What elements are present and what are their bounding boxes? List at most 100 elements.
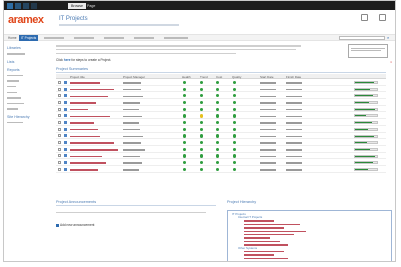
tags-notes-button[interactable] <box>377 14 387 22</box>
project-title-link[interactable] <box>70 94 108 98</box>
table-row[interactable] <box>56 86 386 93</box>
project-title-link[interactable] <box>70 107 88 111</box>
add-announcement-link[interactable]: Add new announcement <box>56 223 216 227</box>
project-title-link[interactable] <box>70 101 96 105</box>
row-checkbox[interactable] <box>58 121 61 125</box>
table-row[interactable] <box>56 166 386 173</box>
row-checkbox[interactable] <box>58 114 61 118</box>
table-row[interactable] <box>56 119 386 126</box>
status-indicator-icon <box>200 100 204 105</box>
title-placeholder <box>70 169 98 171</box>
title-placeholder <box>70 142 114 144</box>
table-row[interactable] <box>56 139 386 146</box>
project-title-link[interactable] <box>70 114 110 118</box>
tab-it-projects[interactable]: IT Projects <box>19 35 39 41</box>
row-checkbox[interactable] <box>58 107 61 111</box>
table-row[interactable] <box>56 153 386 160</box>
date-placeholder <box>260 95 276 98</box>
row-checkbox[interactable] <box>58 161 61 165</box>
progress-bar <box>354 147 378 151</box>
nav-item[interactable] <box>4 84 47 88</box>
status-indicator-icon <box>183 134 187 138</box>
project-title-link[interactable] <box>70 154 102 158</box>
project-title-link[interactable] <box>70 161 106 165</box>
nav-heading-reports[interactable]: Reports <box>4 68 47 72</box>
project-title-link[interactable] <box>70 134 100 138</box>
row-checkbox[interactable] <box>58 80 61 84</box>
nav-label-placeholder <box>7 85 16 88</box>
table-row[interactable] <box>56 106 386 113</box>
project-manager <box>123 87 141 91</box>
status-indicator-icon <box>216 94 220 98</box>
table-row[interactable] <box>56 92 386 100</box>
like-it-button[interactable] <box>359 14 369 22</box>
table-row[interactable] <box>56 79 386 86</box>
tab-home[interactable]: Home <box>6 35 19 41</box>
nav-label-placeholder <box>7 97 21 99</box>
nav-item[interactable] <box>4 52 47 56</box>
nav-item[interactable] <box>4 90 47 94</box>
date-placeholder <box>286 162 302 164</box>
project-title-link[interactable] <box>70 148 118 152</box>
table-row[interactable] <box>56 159 386 166</box>
finish-date <box>286 128 302 132</box>
project-title-link[interactable] <box>70 128 98 132</box>
aramex-logo[interactable]: aramex <box>8 14 44 26</box>
nav-item[interactable] <box>4 73 47 77</box>
nav-item[interactable] <box>4 107 47 111</box>
tab-item[interactable] <box>102 35 126 41</box>
project-title-link[interactable] <box>70 121 94 125</box>
date-placeholder <box>286 108 302 111</box>
table-row[interactable] <box>56 112 386 120</box>
progress-fill <box>355 88 371 90</box>
site-subtitle-placeholder <box>59 24 179 26</box>
tab-item[interactable] <box>42 35 66 41</box>
row-checkbox[interactable] <box>58 167 61 171</box>
ribbon-extra-icon[interactable] <box>31 2 37 9</box>
node-label-placeholder <box>244 237 270 239</box>
row-checkbox[interactable] <box>58 94 61 98</box>
project-title-link[interactable] <box>70 87 114 91</box>
tab-item[interactable] <box>132 35 156 41</box>
date-placeholder <box>260 82 276 84</box>
search-icon[interactable]: ⌕ <box>387 36 391 40</box>
nav-item[interactable] <box>4 96 47 100</box>
table-row[interactable] <box>56 126 386 133</box>
tab-item[interactable] <box>72 35 96 41</box>
project-title-link[interactable] <box>70 168 98 172</box>
site-actions-icon[interactable] <box>7 2 13 9</box>
row-checkbox[interactable] <box>58 141 61 145</box>
nav-item[interactable] <box>4 120 47 124</box>
manager-placeholder <box>123 115 142 118</box>
table-row[interactable] <box>56 99 386 106</box>
project-type-icon <box>64 134 67 138</box>
create-project-link[interactable]: here <box>64 58 71 62</box>
row-checkbox[interactable] <box>58 100 61 104</box>
row-checkbox[interactable] <box>58 134 61 138</box>
search-input[interactable] <box>339 36 385 40</box>
nav-heading-libraries[interactable]: Libraries <box>4 46 47 50</box>
nav-item[interactable] <box>4 101 47 105</box>
nav-item[interactable] <box>4 79 47 83</box>
table-row[interactable] <box>56 146 386 153</box>
table-row[interactable] <box>56 133 386 140</box>
site-title[interactable]: IT Projects <box>59 16 88 22</box>
tree-node[interactable] <box>230 261 389 262</box>
tab-item[interactable] <box>162 35 190 41</box>
close-icon[interactable]: × <box>390 60 392 64</box>
row-checkbox[interactable] <box>58 154 61 158</box>
row-checkbox[interactable] <box>58 147 61 151</box>
project-title-link[interactable] <box>70 81 100 85</box>
row-checkbox[interactable] <box>58 127 61 131</box>
ribbon-tab-page[interactable]: Page <box>84 3 98 9</box>
nav-heading-site-hierarchy[interactable]: Site Hierarchy <box>4 115 47 119</box>
announcements-title: Project Announcements <box>56 200 97 204</box>
row-checkbox[interactable] <box>58 87 61 91</box>
status-indicator-icon <box>183 167 187 172</box>
status-indicator-icon <box>233 114 237 118</box>
edit-page-icon[interactable] <box>23 2 29 9</box>
nav-heading-lists[interactable]: Lists <box>4 60 47 64</box>
navigate-up-icon[interactable] <box>15 2 21 9</box>
intro-text <box>56 44 306 54</box>
project-title-link[interactable] <box>70 141 114 145</box>
